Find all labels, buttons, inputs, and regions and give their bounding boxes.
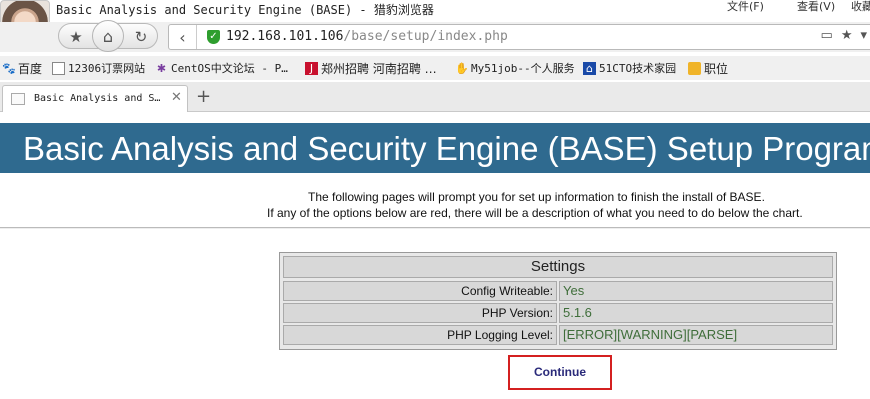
continue-button[interactable]: Continue xyxy=(508,355,612,390)
window-title: Basic Analysis and Security Engine (BASE… xyxy=(56,3,434,17)
tab-base-setup[interactable]: Basic Analysis and S… ✕ xyxy=(2,85,188,112)
url-text[interactable]: 192.168.101.106/base/setup/index.php xyxy=(226,29,508,44)
close-tab-icon[interactable]: ✕ xyxy=(171,90,182,105)
back-arrow-icon[interactable]: ‹ xyxy=(169,25,197,49)
tab-strip: Basic Analysis and S… ✕ + xyxy=(0,82,870,112)
page-content: Basic Analysis and Security Engine (BASE… xyxy=(0,113,870,399)
centos-icon: ✱ xyxy=(156,61,167,75)
folder-icon xyxy=(688,62,701,75)
bookmark-centos[interactable]: ✱ CentOS中文论坛 - P… xyxy=(155,60,288,76)
bookmark-12306[interactable]: 12306订票网站 xyxy=(52,60,145,76)
window-titlebar: Basic Analysis and Security Engine (BASE… xyxy=(0,0,870,52)
intro-line-2: If any of the options below are red, the… xyxy=(267,206,803,220)
home-icon: ⌂ xyxy=(102,26,114,46)
table-row: Config Writeable: Yes xyxy=(283,281,833,301)
security-shield-icon: ✓ xyxy=(207,30,220,44)
settings-heading: Settings xyxy=(283,256,833,278)
setting-value: [ERROR][WARNING][PARSE] xyxy=(559,325,833,345)
baidu-paw-icon: 🐾 xyxy=(2,62,16,75)
bookmarks-bar: 🐾 百度 12306订票网站 ✱ CentOS中文论坛 - P… J 郑州招聘 … xyxy=(0,56,870,80)
bookmark-star-icon[interactable]: ★ xyxy=(841,28,853,43)
settings-table: Settings Config Writeable: Yes PHP Versi… xyxy=(279,252,837,350)
page-title: Basic Analysis and Security Engine (BASE… xyxy=(23,130,870,167)
new-tab-icon[interactable]: + xyxy=(196,86,211,107)
divider xyxy=(0,227,870,229)
hand-icon: ✋ xyxy=(455,61,469,75)
intro-line-1: The following pages will prompt you for … xyxy=(308,190,765,204)
setting-value: 5.1.6 xyxy=(559,303,833,323)
setting-key: PHP Logging Level: xyxy=(283,325,557,345)
navigation-bar: ★ ↻ ⌂ ‹ ✓ 192.168.101.106/base/setup/ind… xyxy=(0,20,870,52)
bookmark-my51job[interactable]: ✋ My51job--个人服务 xyxy=(455,60,575,76)
job-site-icon: J xyxy=(305,62,318,75)
bookmark-zhengzhou-jobs[interactable]: J 郑州招聘 河南招聘 … xyxy=(305,60,437,77)
bookmark-jobs-folder[interactable]: 职位 xyxy=(688,60,728,77)
address-bar[interactable]: ‹ ✓ 192.168.101.106/base/setup/index.php… xyxy=(168,24,870,50)
bookmark-51cto[interactable]: ⌂ 51CTO技术家园 xyxy=(583,60,676,76)
page-banner: Basic Analysis and Security Engine (BASE… xyxy=(0,123,870,173)
home-button[interactable]: ⌂ xyxy=(92,20,124,52)
url-host: 192.168.101.106 xyxy=(226,29,344,44)
page-favicon-icon xyxy=(11,93,25,105)
address-bar-tools: ▭ ★ ▾ xyxy=(821,28,867,43)
setting-key: Config Writeable: xyxy=(283,281,557,301)
51cto-icon: ⌂ xyxy=(583,61,596,75)
tab-label: Basic Analysis and S… xyxy=(34,93,161,104)
page-icon xyxy=(52,61,65,75)
screen-record-icon[interactable]: ▭ xyxy=(821,28,833,43)
favorite-star-icon[interactable]: ★ xyxy=(62,24,90,50)
table-row: PHP Version: 5.1.6 xyxy=(283,303,833,323)
setting-key: PHP Version: xyxy=(283,303,557,323)
url-path: /base/setup/index.php xyxy=(343,29,508,44)
refresh-icon[interactable]: ↻ xyxy=(127,24,155,50)
bookmark-baidu[interactable]: 🐾 百度 xyxy=(2,60,42,77)
menu-view[interactable]: 查看(V) xyxy=(797,0,835,14)
setting-value: Yes xyxy=(559,281,833,301)
menu-favorites[interactable]: 收藏 xyxy=(851,0,870,14)
dropdown-arrow-icon[interactable]: ▾ xyxy=(860,28,867,43)
menu-file[interactable]: 文件(F) xyxy=(727,0,764,14)
table-row: PHP Logging Level: [ERROR][WARNING][PARS… xyxy=(283,325,833,345)
